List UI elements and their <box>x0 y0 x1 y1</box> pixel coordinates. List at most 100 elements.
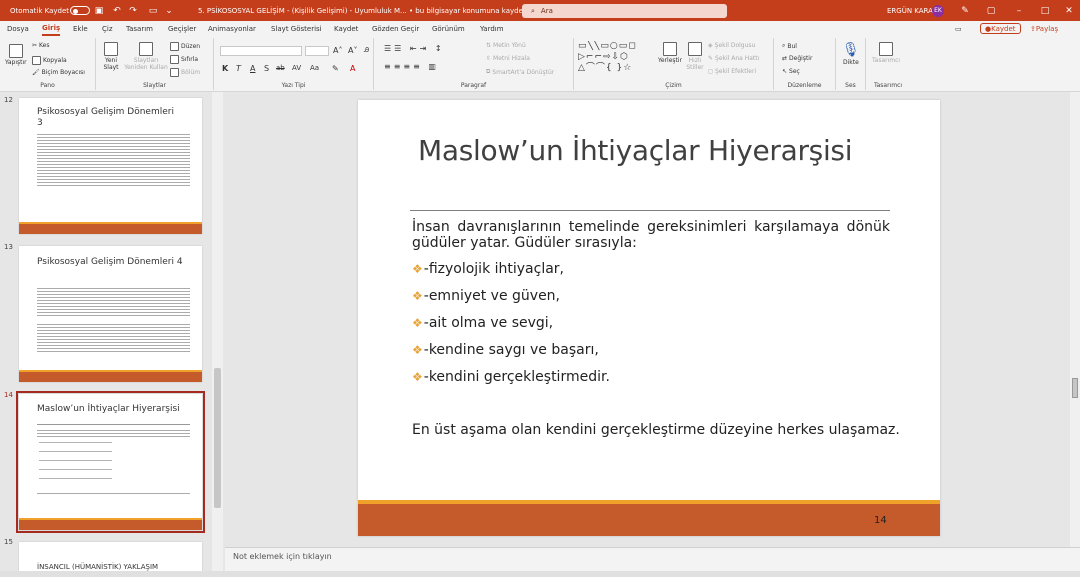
spacing-icon[interactable]: AV <box>292 64 301 72</box>
tab-gorunum[interactable]: Görünüm <box>432 21 465 36</box>
autosave-toggle[interactable] <box>66 0 90 21</box>
save-icon[interactable]: ▣ <box>92 0 106 21</box>
align-icons[interactable]: ≡≡≡≡ ▥ <box>384 62 439 71</box>
slide-footer-text[interactable]: En üst aşama olan kendini gerçekleştirme… <box>412 422 900 438</box>
smartart-button[interactable]: ⧉ SmartArt'a Dönüştür <box>486 68 554 76</box>
group-duzenleme: ⌕ Bul ⇄ Değiştir ↖ Seç Düzenleme <box>774 38 836 90</box>
font-size-field[interactable] <box>305 46 329 56</box>
shadow-icon[interactable]: S <box>264 64 269 73</box>
brush-icon: 🖌 <box>32 69 40 76</box>
microphone-icon: 🎙 <box>842 42 860 58</box>
tab-ekle[interactable]: Ekle <box>73 21 88 36</box>
avatar[interactable]: EK <box>932 0 944 21</box>
notes-placeholder: Not eklemek için tıklayın <box>233 552 332 561</box>
thumbnail-scrollbar[interactable] <box>212 92 223 572</box>
thumbnail-text-lines <box>37 288 190 318</box>
tab-yardim[interactable]: Yardım <box>480 21 504 36</box>
slide-thumbnail-13[interactable]: Psikososyal Gelişim Dönemleri 4 <box>19 246 202 382</box>
customize-qat-icon[interactable]: ⌄ <box>162 0 176 21</box>
slide-thumbnail-12[interactable]: Psikososyal Gelişim Dönemleri 3 <box>19 98 202 234</box>
notes-pane[interactable]: Not eklemek için tıklayın <box>225 547 1080 571</box>
paste-icon <box>8 44 23 58</box>
maximize-icon[interactable]: □ <box>1038 0 1052 21</box>
arrange-button[interactable]: Yerleştir <box>658 42 682 64</box>
text-direction-button[interactable]: ⇅ Metin Yönü <box>486 42 526 49</box>
document-title[interactable]: 5. PSİKOSOSYAL GELİŞİM - (Kişilik Gelişi… <box>198 0 538 21</box>
slide-title[interactable]: Maslow’un İhtiyaçlar Hiyerarşisi <box>418 134 853 167</box>
present-icon[interactable]: ▭ <box>146 0 160 21</box>
group-slaytlar: Yeni Slayt Slaytları Yeniden Kullan Düze… <box>96 38 214 90</box>
cut-button[interactable]: ✂ Kes <box>32 42 49 49</box>
search-box[interactable]: ⌕ Ara <box>522 4 727 18</box>
reuse-slides-button[interactable]: Slaytları Yeniden Kullan <box>124 42 168 71</box>
new-slide-button[interactable]: Yeni Slayt <box>100 42 122 71</box>
reuse-slides-icon <box>139 42 153 56</box>
paste-button[interactable]: Yapıştır <box>5 44 27 66</box>
tab-dosya[interactable]: Dosya <box>7 21 29 36</box>
dictate-button[interactable]: 🎙 Dikte <box>842 42 860 66</box>
thumbnail-band <box>19 520 202 530</box>
bold-icon[interactable]: K <box>222 64 228 73</box>
tab-tasarim[interactable]: Tasarım <box>126 21 153 36</box>
scrollbar-thumb[interactable] <box>214 368 221 508</box>
pen-icon[interactable]: ✎ <box>958 0 972 21</box>
comments-icon[interactable]: ▭ <box>955 21 962 36</box>
bullet-item[interactable]: ❖ -emniyet ve güven, <box>412 288 560 304</box>
redo-icon[interactable]: ↷ <box>126 0 140 21</box>
close-icon[interactable]: ✕ <box>1062 0 1076 21</box>
thumbnail-band <box>19 372 202 382</box>
font-grow-icon[interactable]: A˄ <box>333 46 342 55</box>
case-icon[interactable]: Aa <box>310 64 319 72</box>
shapes-gallery[interactable]: ▭╲╲▭○▭◻ ▷⌐⌐⇨⇩⬡ △⌒⌒{ }☆ <box>578 41 654 77</box>
record-button[interactable]: ● Kaydet <box>980 23 1021 34</box>
tab-giris[interactable]: Giriş <box>42 21 61 36</box>
minimize-icon[interactable]: – <box>1012 0 1026 21</box>
italic-icon[interactable]: T <box>236 64 241 73</box>
font-name-field[interactable] <box>220 46 302 56</box>
bullet-item[interactable]: ❖ -ait olma ve sevgi, <box>412 315 553 331</box>
shape-fill-button[interactable]: ◈ Şekil Dolgusu <box>708 42 755 49</box>
replace-button[interactable]: ⇄ Değiştir <box>782 55 812 62</box>
tab-kaydet[interactable]: Kaydet <box>334 21 358 36</box>
find-button[interactable]: ⌕ Bul <box>782 42 797 50</box>
new-slide-icon <box>104 42 118 56</box>
copy-button[interactable]: Kopyala <box>32 56 67 65</box>
slide-thumbnail-15[interactable]: İNSANCIL (HÜMANİSTİK) YAKLAŞIM <box>19 542 202 571</box>
share-button[interactable]: ⇪ Paylaş <box>1030 21 1058 36</box>
shape-outline-button[interactable]: ✎ Şekil Ana Hattı <box>708 55 759 62</box>
canvas-scrollbar[interactable] <box>1070 92 1080 547</box>
quick-styles-button[interactable]: Hızlı Stiller <box>684 42 706 71</box>
slide-intro-text[interactable]: İnsan davranışlarının temelinde gereksin… <box>412 219 890 251</box>
font-color-icon[interactable]: A <box>350 64 355 73</box>
thumbnail-number: 12 <box>4 96 13 104</box>
tab-ciz[interactable]: Çiz <box>102 21 113 36</box>
scrollbar-thumb[interactable] <box>1072 378 1078 398</box>
font-shrink-icon[interactable]: A˅ <box>348 46 357 55</box>
bullet-item[interactable]: ❖ -kendini gerçekleştirmedir. <box>412 369 610 385</box>
reset-button[interactable]: Sıfırla <box>170 55 198 64</box>
tab-gozden-gecir[interactable]: Gözden Geçir <box>372 21 419 36</box>
undo-icon[interactable]: ↶ <box>110 0 124 21</box>
bullet-item[interactable]: ❖ -fizyolojik ihtiyaçlar, <box>412 261 564 277</box>
section-button[interactable]: Bölüm <box>170 68 200 77</box>
underline-icon[interactable]: A <box>250 64 255 73</box>
select-button[interactable]: ↖ Seç <box>782 68 800 75</box>
tab-animasyonlar[interactable]: Animasyonlar <box>208 21 256 36</box>
ribbon-display-icon[interactable]: ▢ <box>984 0 998 21</box>
strikethrough-icon[interactable]: ab <box>276 64 285 72</box>
group-tasarimci: Tasarımcı Tasarımcı <box>866 38 910 90</box>
status-bar <box>0 571 1080 577</box>
designer-button[interactable]: Tasarımcı <box>872 42 900 64</box>
tab-slayt-gosterisi[interactable]: Slayt Gösterisi <box>271 21 322 36</box>
tab-gecisler[interactable]: Geçişler <box>168 21 196 36</box>
highlight-icon[interactable]: ✎ <box>332 64 339 73</box>
slide-thumbnail-14-selected[interactable]: Maslow’un İhtiyaçlar Hiyerarşisi <box>16 391 205 533</box>
list-icons[interactable]: ☰☰ ⇤⇥ ↕ <box>384 44 445 53</box>
shape-effects-button[interactable]: ◻ Şekil Efektleri <box>708 68 756 75</box>
layout-button[interactable]: Düzen <box>170 42 200 51</box>
clear-format-icon[interactable]: Ꭿ <box>364 46 369 55</box>
format-painter-button[interactable]: 🖌 Biçim Boyacısı <box>32 69 85 76</box>
user-name[interactable]: ERGÜN KARA <box>887 0 933 21</box>
bullet-item[interactable]: ❖ -kendine saygı ve başarı, <box>412 342 599 358</box>
align-text-button[interactable]: ⇳ Metni Hizala <box>486 55 530 62</box>
